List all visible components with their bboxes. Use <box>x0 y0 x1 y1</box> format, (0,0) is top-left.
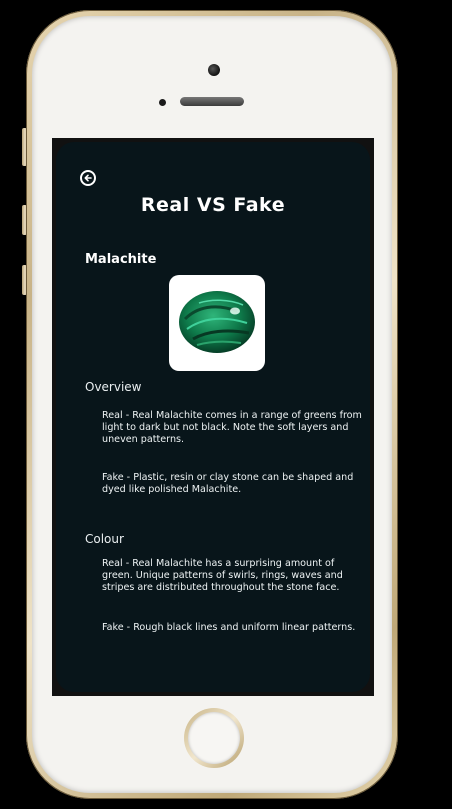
screen-frame: Real VS Fake Malachite Overview Real - R… <box>52 138 374 696</box>
mockup-stage: Real VS Fake Malachite Overview Real - R… <box>0 0 452 809</box>
overview-fake-text: Fake - Plastic, resin or clay stone can … <box>102 472 354 495</box>
section-heading-overview: Overview <box>85 380 142 394</box>
front-camera <box>208 64 220 76</box>
home-button[interactable] <box>184 708 244 768</box>
proximity-sensor <box>159 99 166 106</box>
stone-image-card <box>169 275 265 371</box>
phone-frame: Real VS Fake Malachite Overview Real - R… <box>26 10 398 799</box>
colour-fake-text: Fake - Rough black lines and uniform lin… <box>102 622 356 633</box>
colour-real-text: Real - Real Malachite has a surprising a… <box>102 558 343 593</box>
earpiece-speaker <box>180 97 244 106</box>
overview-real-text: Real - Real Malachite comes in a range o… <box>102 410 362 445</box>
stone-name: Malachite <box>85 252 157 267</box>
section-heading-colour: Colour <box>85 532 124 546</box>
arrow-left-circle-icon <box>84 174 92 182</box>
page-title: Real VS Fake <box>140 194 286 216</box>
back-button[interactable] <box>80 170 96 186</box>
app-screen: Real VS Fake Malachite Overview Real - R… <box>56 142 370 692</box>
malachite-stone-image <box>179 291 255 353</box>
phone-face: Real VS Fake Malachite Overview Real - R… <box>32 16 392 793</box>
